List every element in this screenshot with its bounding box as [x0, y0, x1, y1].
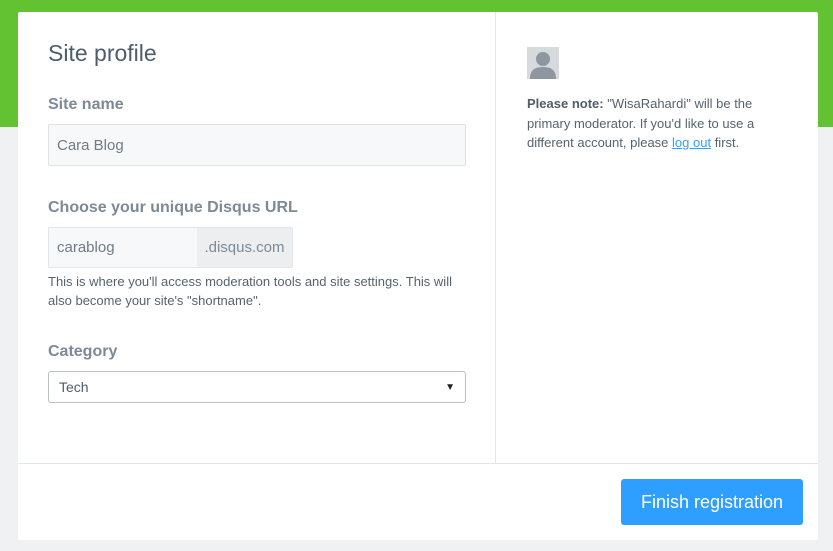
user-avatar-icon	[527, 47, 559, 79]
logout-link[interactable]: log out	[672, 135, 711, 150]
site-profile-form: Site profile Site name Choose your uniqu…	[18, 12, 496, 463]
url-suffix: .disqus.com	[197, 228, 292, 267]
category-select[interactable]: Tech ▼	[48, 371, 466, 403]
site-name-label: Site name	[48, 96, 124, 113]
disqus-url-label: Choose your unique Disqus URL	[48, 199, 298, 216]
moderator-note-panel: Please note: "WisaRahardi" will be the p…	[496, 12, 818, 463]
dropdown-caret-icon: ▼	[445, 381, 455, 393]
page-title: Site profile	[48, 40, 157, 66]
form-footer: Finish registration	[18, 463, 818, 540]
disqus-url-group: .disqus.com	[48, 227, 293, 268]
shortname-help-text: This is where you'll access moderation t…	[48, 274, 452, 308]
finish-registration-button[interactable]: Finish registration	[621, 479, 803, 525]
note-heading: Please note:	[527, 96, 604, 111]
registration-card: Site profile Site name Choose your uniqu…	[18, 12, 818, 540]
category-selected-value: Tech	[59, 379, 89, 395]
site-name-input[interactable]	[48, 124, 466, 166]
shortname-input[interactable]	[49, 228, 197, 267]
category-label: Category	[48, 343, 118, 360]
user-silhouette-icon	[527, 47, 559, 79]
moderator-note: Please note: "WisaRahardi" will be the p…	[527, 94, 789, 153]
note-end: first.	[711, 135, 740, 150]
